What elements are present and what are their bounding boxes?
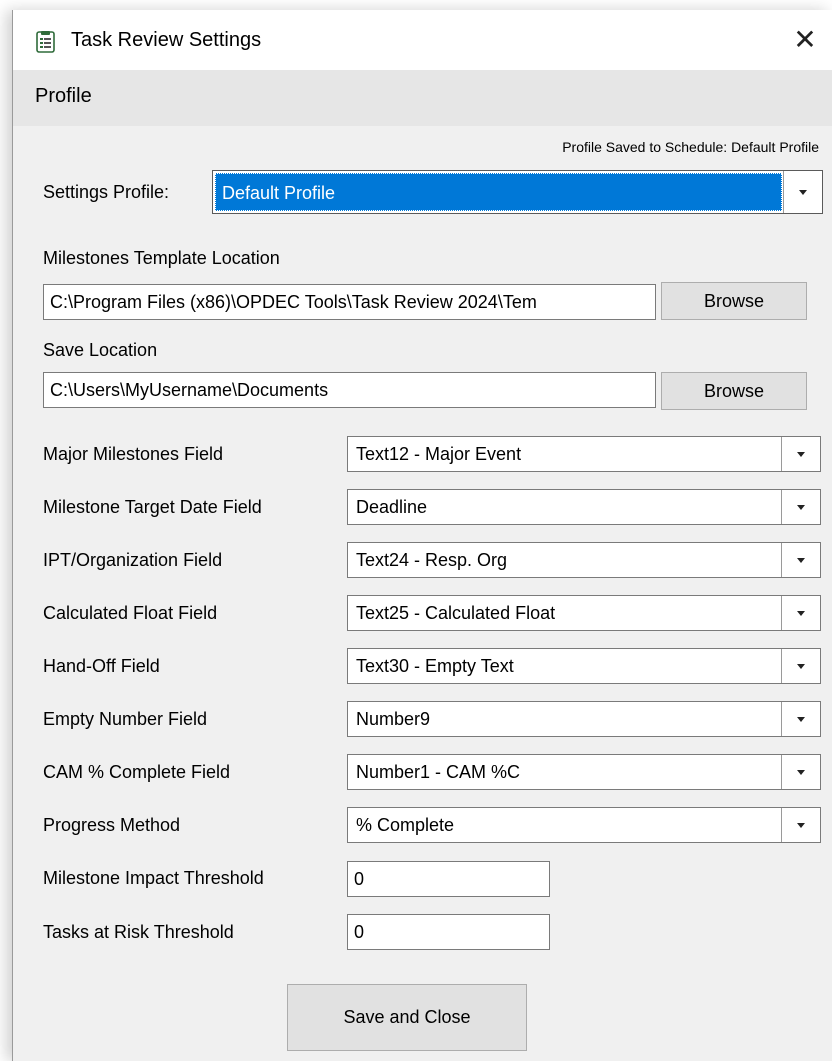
- save-location-browse-button[interactable]: Browse: [661, 372, 807, 410]
- dropdown-value: Number1 - CAM %C: [356, 762, 521, 782]
- chevron-down-icon[interactable]: [781, 702, 820, 736]
- tasks-at-risk-threshold-input[interactable]: 0: [347, 914, 550, 950]
- chevron-down-icon[interactable]: [781, 649, 820, 683]
- field-label: Milestone Target Date Field: [43, 497, 262, 517]
- title-bar: Task Review Settings ✕: [13, 10, 832, 70]
- cam-complete-dropdown[interactable]: Number1 - CAM %C: [347, 754, 821, 790]
- field-label: Major Milestones Field: [43, 444, 224, 464]
- chevron-down-icon[interactable]: [781, 755, 820, 789]
- settings-profile-value: Default Profile: [215, 173, 782, 211]
- milestone-target-date-dropdown[interactable]: Deadline: [347, 489, 821, 525]
- template-browse-button[interactable]: Browse: [661, 282, 807, 320]
- window-title: Task Review Settings: [71, 29, 262, 51]
- profile-saved-note: Profile Saved to Schedule: Default Profi…: [562, 139, 819, 155]
- field-label: Hand-Off Field: [43, 656, 160, 676]
- chevron-down-icon[interactable]: [781, 490, 820, 524]
- settings-profile-label: Settings Profile:: [43, 182, 170, 202]
- field-label: Progress Method: [43, 815, 181, 835]
- task-list-icon: [36, 31, 55, 53]
- dropdown-value: Deadline: [356, 497, 428, 517]
- task-review-settings-window: Task Review Settings ✕ Profile Profile S…: [12, 10, 832, 1061]
- chevron-down-icon[interactable]: [783, 171, 822, 213]
- menu-bar: Profile: [13, 70, 832, 126]
- hand-off-dropdown[interactable]: Text30 - Empty Text: [347, 648, 821, 684]
- settings-profile-dropdown[interactable]: Default Profile: [212, 170, 823, 214]
- field-label: CAM % Complete Field: [43, 762, 231, 782]
- dropdown-value: Text24 - Resp. Org: [356, 550, 508, 570]
- progress-method-dropdown[interactable]: % Complete: [347, 807, 821, 843]
- dropdown-value: Text30 - Empty Text: [356, 656, 514, 676]
- template-location-label: Milestones Template Location: [43, 248, 280, 268]
- chevron-down-icon[interactable]: [781, 543, 820, 577]
- calculated-float-dropdown[interactable]: Text25 - Calculated Float: [347, 595, 821, 631]
- major-milestones-dropdown[interactable]: Text12 - Major Event: [347, 436, 821, 472]
- dropdown-value: Number9: [356, 709, 431, 729]
- template-location-input[interactable]: C:\Program Files (x86)\OPDEC Tools\Task …: [43, 284, 656, 320]
- threshold-label: Milestone Impact Threshold: [43, 868, 264, 888]
- milestone-impact-threshold-input[interactable]: 0: [347, 861, 550, 897]
- chevron-down-icon[interactable]: [781, 808, 820, 842]
- dropdown-value: Text12 - Major Event: [356, 444, 522, 464]
- dropdown-value: Text25 - Calculated Float: [356, 603, 556, 623]
- field-label: IPT/Organization Field: [43, 550, 223, 570]
- field-label: Calculated Float Field: [43, 603, 218, 623]
- empty-number-dropdown[interactable]: Number9: [347, 701, 821, 737]
- save-location-input[interactable]: C:\Users\MyUsername\Documents: [43, 372, 656, 408]
- save-and-close-button[interactable]: Save and Close: [287, 984, 527, 1051]
- threshold-label: Tasks at Risk Threshold: [43, 922, 234, 942]
- field-label: Empty Number Field: [43, 709, 208, 729]
- chevron-down-icon[interactable]: [781, 437, 820, 471]
- chevron-down-icon[interactable]: [781, 596, 820, 630]
- close-icon[interactable]: ✕: [783, 20, 827, 60]
- save-location-label: Save Location: [43, 340, 158, 360]
- dropdown-value: % Complete: [356, 815, 455, 835]
- ipt-organization-dropdown[interactable]: Text24 - Resp. Org: [347, 542, 821, 578]
- menu-profile[interactable]: Profile: [35, 85, 92, 108]
